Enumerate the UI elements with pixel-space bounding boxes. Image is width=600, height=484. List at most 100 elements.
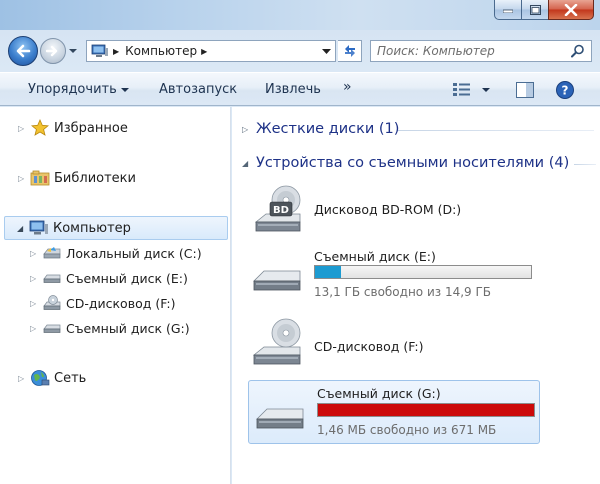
libraries-icon: [30, 170, 50, 186]
svg-text:BD: BD: [273, 205, 289, 216]
drive-usage-bar: [317, 403, 535, 417]
drive-removable-g[interactable]: Съемный диск (G:) 1,46 МБ свободно из 67…: [248, 380, 540, 444]
organize-button[interactable]: Упорядочить: [28, 82, 129, 97]
maximize-icon: [529, 4, 541, 15]
sidebar-item-label: Съемный диск (E:): [66, 270, 188, 286]
sidebar-item-label: Библиотеки: [54, 170, 136, 186]
breadcrumb-computer[interactable]: Компьютер: [125, 44, 197, 58]
caption-buttons: [494, 0, 594, 20]
expand-arrow-icon[interactable]: ▷: [18, 374, 28, 383]
refresh-button[interactable]: [338, 40, 362, 62]
drive-usage-fill: [315, 266, 341, 278]
local-disk-icon: [43, 247, 61, 259]
maximize-button[interactable]: [521, 0, 548, 20]
arrow-left-icon: [16, 44, 31, 58]
collapse-arrow-icon[interactable]: ◢: [17, 224, 27, 233]
sidebar-item-libraries[interactable]: ▷ Библиотеки: [18, 167, 136, 189]
sidebar-item-drive-c[interactable]: ▷ Локальный диск (C:): [30, 242, 202, 264]
drive-cd-f[interactable]: CD-дисковод (F:): [246, 313, 538, 373]
organize-label: Упорядочить: [28, 82, 117, 97]
drive-name: Съемный диск (E:): [314, 249, 436, 264]
expand-arrow-icon[interactable]: ▷: [242, 125, 256, 134]
autoplay-label: Автозапуск: [159, 82, 238, 97]
more-commands-button[interactable]: »: [343, 79, 351, 95]
expand-arrow-icon[interactable]: ▷: [30, 274, 40, 283]
drive-usage-fill: [318, 404, 534, 416]
recent-pages-dropdown-icon[interactable]: [68, 46, 78, 56]
preview-pane-icon[interactable]: [516, 82, 534, 98]
group-title: Устройства со съемными носителями (4): [256, 155, 570, 171]
drive-usage-bar: [314, 265, 532, 279]
content-pane: ▷ Жесткие диски (1) ◢ Устройства со съем…: [232, 107, 600, 484]
expand-arrow-icon[interactable]: ▷: [30, 249, 40, 258]
help-icon[interactable]: ?: [556, 81, 574, 99]
drive-name: Съемный диск (G:): [317, 386, 441, 401]
breadcrumb-separator-icon[interactable]: ▶: [201, 47, 207, 56]
expand-arrow-icon[interactable]: ▷: [18, 174, 28, 183]
navigation-pane: ▷ Избранное ▷ Библиотеки ◢ Компьютер ▷ Л…: [0, 107, 231, 484]
computer-icon: [91, 44, 108, 57]
network-icon: [31, 370, 50, 386]
sidebar-item-favorites[interactable]: ▷ Избранное: [18, 117, 128, 139]
collapse-arrow-icon[interactable]: ◢: [242, 159, 256, 168]
search-input[interactable]: [377, 44, 567, 58]
group-divider: [574, 164, 596, 165]
drive-bd-rom-d[interactable]: BD Дисковод BD-ROM (D:): [246, 180, 538, 240]
refresh-icon: [344, 45, 355, 57]
removable-disk-icon: [256, 408, 304, 429]
sidebar-item-network[interactable]: ▷ Сеть: [18, 367, 86, 389]
title-bar[interactable]: [0, 0, 600, 30]
computer-icon: [29, 220, 48, 235]
star-icon: [31, 119, 49, 136]
removable-disk-icon: [253, 270, 301, 291]
change-view-icon[interactable]: [452, 82, 472, 98]
expand-arrow-icon[interactable]: ▷: [18, 124, 28, 133]
group-title: Жесткие диски (1): [256, 121, 400, 137]
breadcrumb-separator-icon[interactable]: ▶: [113, 47, 119, 56]
group-removable-devices[interactable]: ◢ Устройства со съемными носителями (4): [242, 155, 569, 171]
close-icon: [564, 3, 578, 16]
cd-drive-icon: [43, 295, 61, 310]
sidebar-item-label: Сеть: [54, 370, 87, 386]
back-button[interactable]: [8, 36, 38, 66]
explorer-window: ▶ Компьютер ▶ Упорядочить Автозапуск Изв…: [0, 0, 600, 484]
expand-arrow-icon[interactable]: ▷: [30, 299, 40, 308]
removable-disk-icon: [43, 274, 61, 283]
search-box[interactable]: [370, 40, 592, 62]
close-button[interactable]: [548, 0, 594, 20]
drive-name: CD-дисковод (F:): [314, 339, 424, 354]
address-dropdown-icon[interactable]: [322, 49, 331, 55]
arrow-right-icon: [46, 45, 58, 57]
minimize-button[interactable]: [494, 0, 521, 20]
sidebar-item-label: Локальный диск (C:): [66, 245, 202, 261]
group-divider: [398, 130, 594, 131]
minimize-icon: [503, 9, 513, 13]
sidebar-item-drive-g[interactable]: ▷ Съемный диск (G:): [30, 317, 190, 339]
eject-button[interactable]: Извлечь: [265, 82, 321, 97]
sidebar-item-label: Съемный диск (G:): [66, 320, 190, 336]
group-hard-disks[interactable]: ▷ Жесткие диски (1): [242, 121, 399, 137]
drive-name: Дисковод BD-ROM (D:): [314, 202, 462, 217]
sidebar-item-label: CD-дисковод (F:): [66, 295, 176, 311]
bd-rom-drive-icon: BD: [254, 185, 301, 232]
forward-button[interactable]: [40, 38, 66, 64]
autoplay-button[interactable]: Автозапуск: [159, 82, 237, 97]
view-options-dropdown-icon[interactable]: [482, 88, 490, 92]
chevron-down-icon: [120, 87, 129, 92]
search-icon[interactable]: [571, 44, 585, 58]
command-bar: Упорядочить Автозапуск Извлечь » ?: [0, 72, 600, 106]
removable-disk-icon: [43, 324, 61, 333]
address-bar[interactable]: ▶ Компьютер ▶: [86, 40, 336, 62]
address-row: ▶ Компьютер ▶: [0, 34, 600, 68]
sidebar-item-computer[interactable]: ◢ Компьютер: [4, 216, 228, 240]
sidebar-item-drive-f[interactable]: ▷ CD-дисковод (F:): [30, 292, 176, 314]
sidebar-item-label: Избранное: [54, 120, 128, 136]
eject-label: Извлечь: [265, 82, 321, 97]
drive-free-space: 1,46 МБ свободно из 671 МБ: [317, 423, 497, 437]
sidebar-item-drive-e[interactable]: ▷ Съемный диск (E:): [30, 267, 188, 289]
drive-free-space: 13,1 ГБ свободно из 14,9 ГБ: [314, 285, 492, 299]
svg-text:?: ?: [562, 84, 569, 98]
sidebar-item-label: Компьютер: [53, 220, 131, 236]
expand-arrow-icon[interactable]: ▷: [30, 324, 40, 333]
drive-removable-e[interactable]: Съемный диск (E:) 13,1 ГБ свободно из 14…: [246, 245, 538, 305]
